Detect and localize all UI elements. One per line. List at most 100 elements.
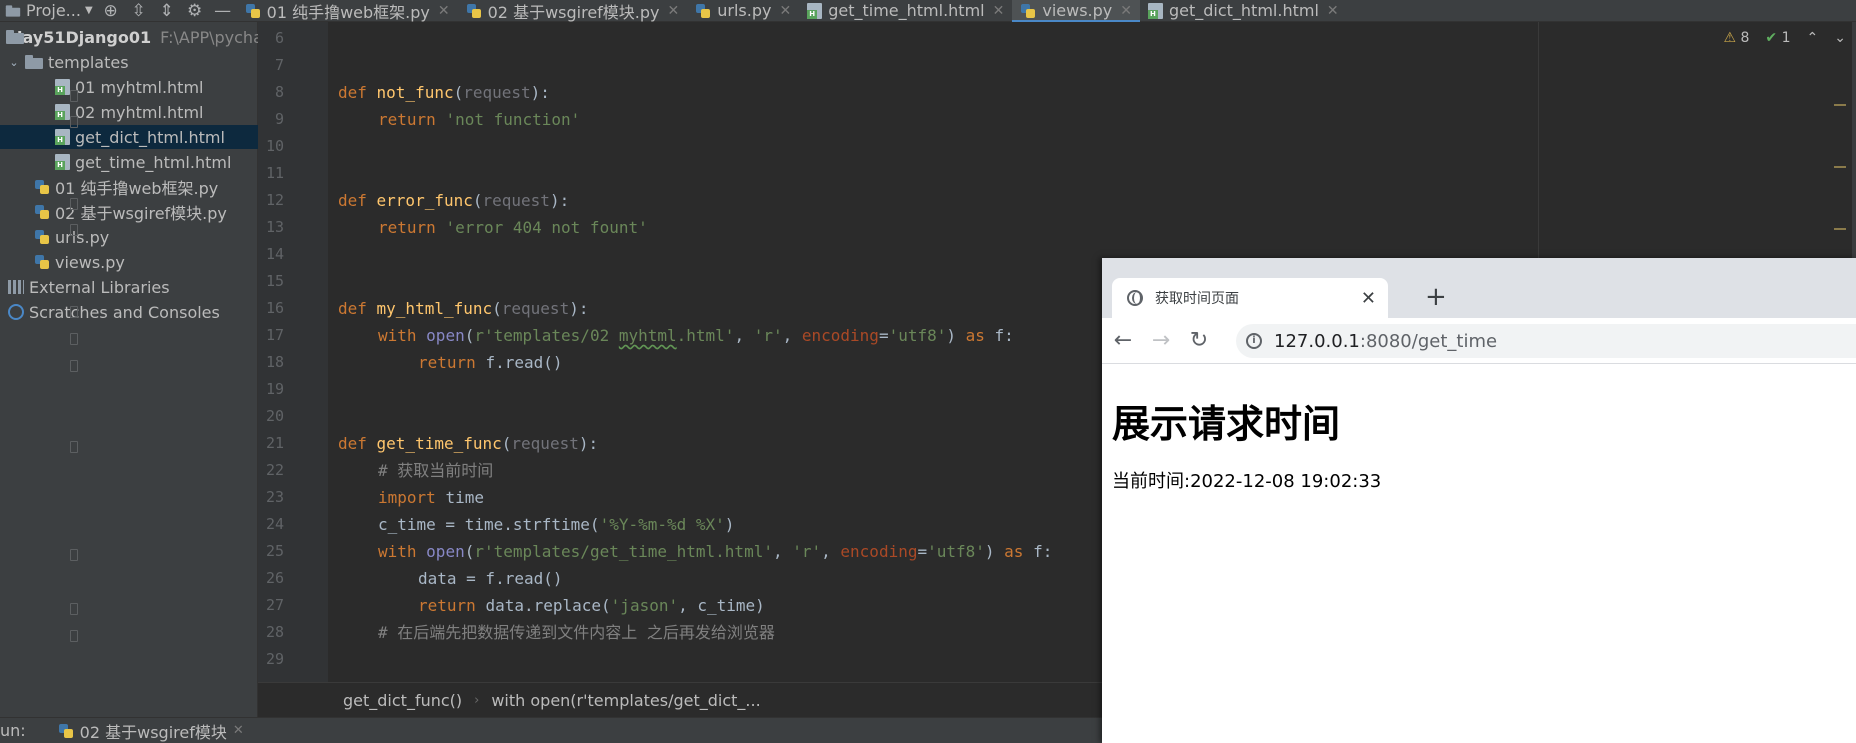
tab-label: get_time_html.html bbox=[828, 1, 985, 20]
project-view-selector[interactable]: Proje... ▼ bbox=[0, 0, 97, 22]
fold-marker[interactable] bbox=[70, 90, 78, 102]
close-icon[interactable]: ✕ bbox=[668, 3, 680, 19]
code-line-28: # 在后端先把数据传递到文件内容上 之后再发给浏览器 bbox=[378, 623, 775, 642]
tree-item-01-myhtml[interactable]: 01 myhtml.html bbox=[0, 75, 258, 99]
line-number: 12 bbox=[265, 191, 284, 209]
fold-marker[interactable] bbox=[70, 441, 78, 453]
python-file-icon bbox=[1020, 3, 1036, 19]
tab-01-web[interactable]: 01 纯手撸web框架.py ✕ bbox=[237, 0, 458, 22]
weak-warnings-count[interactable]: ✔ 1 bbox=[1765, 30, 1790, 46]
fold-marker[interactable] bbox=[70, 198, 78, 210]
code-line-22: # 获取当前时间 bbox=[378, 461, 494, 480]
scroll-marker[interactable] bbox=[1834, 228, 1846, 230]
new-tab-button[interactable]: + bbox=[1425, 282, 1447, 312]
hide-icon[interactable]: — bbox=[209, 0, 237, 22]
tree-label: 01 myhtml.html bbox=[75, 77, 204, 97]
tab-views[interactable]: views.py ✕ bbox=[1012, 0, 1140, 23]
project-tree: day51Django01 F:\APP\pycha ⌄ templates 0… bbox=[0, 22, 258, 734]
expand-all-icon[interactable]: ⇳ bbox=[125, 0, 153, 22]
inspection-widget[interactable]: ⚠ 8 ✔ 1 ⌃ ⌄ bbox=[1723, 30, 1846, 46]
close-icon[interactable]: ✕ bbox=[1327, 3, 1339, 19]
info-icon[interactable]: i bbox=[1246, 333, 1262, 349]
tab-get-dict-html[interactable]: get_dict_html.html ✕ bbox=[1140, 0, 1347, 22]
project-label: Proje... bbox=[26, 1, 81, 20]
current-time-text: 当前时间:2022-12-08 19:02:33 bbox=[1112, 471, 1382, 492]
tree-root[interactable]: day51Django01 F:\APP\pycha bbox=[0, 25, 258, 49]
code-line-9: return 'not function' bbox=[378, 110, 581, 129]
python-file-icon bbox=[695, 3, 711, 19]
close-icon[interactable]: ✕ bbox=[1120, 3, 1132, 19]
chevron-down-icon: ▼ bbox=[84, 5, 93, 16]
run-tab[interactable]: 02 基于wsgiref模块 bbox=[80, 719, 227, 743]
gear-icon[interactable]: ⚙ bbox=[181, 0, 209, 22]
fold-marker[interactable] bbox=[70, 630, 78, 642]
line-number: 8 bbox=[274, 83, 284, 101]
fold-marker[interactable] bbox=[70, 603, 78, 615]
forward-arrow-icon[interactable]: → bbox=[1150, 328, 1172, 353]
fold-marker[interactable] bbox=[70, 333, 78, 345]
python-file-icon bbox=[34, 254, 50, 270]
chevron-down-icon[interactable]: ⌄ bbox=[1834, 30, 1846, 46]
line-number: 20 bbox=[265, 407, 284, 425]
fold-marker[interactable] bbox=[70, 116, 78, 128]
line-number: 18 bbox=[265, 353, 284, 371]
line-number: 22 bbox=[265, 461, 284, 479]
code-line-13: return 'error 404 not fount' bbox=[378, 218, 648, 237]
tree-label: get_dict_html.html bbox=[75, 127, 225, 147]
line-number: 13 bbox=[265, 218, 284, 236]
tree-item-external-libraries[interactable]: External Libraries bbox=[0, 275, 258, 299]
html-file-icon bbox=[1147, 2, 1163, 19]
chevron-down-icon[interactable]: ⌄ bbox=[8, 56, 20, 69]
reload-icon[interactable]: ↻ bbox=[1188, 328, 1210, 353]
line-number: 26 bbox=[265, 569, 284, 587]
tree-item-views[interactable]: views.py bbox=[0, 250, 258, 274]
code-line-25: with open(r'templates/get_time_html.html… bbox=[378, 542, 1053, 561]
tree-item-templates[interactable]: ⌄ templates bbox=[0, 50, 258, 74]
line-number: 6 bbox=[274, 29, 284, 47]
fold-marker[interactable] bbox=[70, 549, 78, 561]
close-icon[interactable]: ✕ bbox=[438, 3, 450, 19]
fold-marker[interactable] bbox=[70, 224, 78, 236]
close-icon[interactable]: ✕ bbox=[779, 3, 791, 19]
close-icon[interactable]: ✕ bbox=[233, 723, 244, 738]
line-number: 28 bbox=[265, 623, 284, 641]
python-file-icon bbox=[34, 229, 50, 245]
tree-item-01-web[interactable]: 01 纯手撸web框架.py bbox=[0, 175, 258, 199]
html-file-icon bbox=[55, 129, 70, 145]
tab-get-time-html[interactable]: get_time_html.html ✕ bbox=[799, 0, 1012, 22]
tree-item-02-myhtml[interactable]: 02 myhtml.html bbox=[0, 100, 258, 124]
fold-marker[interactable] bbox=[70, 306, 78, 318]
browser-tab[interactable]: 获取时间页面 ✕ bbox=[1112, 278, 1388, 318]
collapse-all-icon[interactable]: ⇕ bbox=[153, 0, 181, 22]
breadcrumb-item[interactable]: get_dict_func() bbox=[343, 691, 462, 710]
line-number: 23 bbox=[265, 488, 284, 506]
python-file-icon bbox=[58, 723, 74, 739]
tree-item-scratches[interactable]: Scratches and Consoles bbox=[0, 300, 258, 324]
browser-window: 获取时间页面 ✕ + ← → ↻ i 127.0.0.1:8080/get_ti… bbox=[1102, 258, 1856, 743]
tree-item-02-wsgiref[interactable]: 02 基于wsgiref模块.py bbox=[0, 200, 258, 224]
tree-label: External Libraries bbox=[29, 277, 170, 297]
line-number: 29 bbox=[265, 650, 284, 668]
breadcrumb-item[interactable]: with open(r'templates/get_dict_... bbox=[491, 691, 760, 710]
line-number-gutter: 6 7 8 9 10 11 12 13 14 15 16 17 18 19 20… bbox=[258, 22, 328, 682]
tab-urls[interactable]: urls.py ✕ bbox=[687, 0, 799, 22]
back-arrow-icon[interactable]: ← bbox=[1112, 328, 1134, 353]
address-bar[interactable]: i 127.0.0.1:8080/get_time bbox=[1236, 324, 1856, 358]
warnings-count[interactable]: ⚠ 8 bbox=[1723, 30, 1749, 46]
url-path: :8080/get_time bbox=[1359, 330, 1498, 352]
tree-item-urls[interactable]: urls.py bbox=[0, 225, 258, 249]
tree-item-get-time-html[interactable]: get_time_html.html bbox=[0, 150, 258, 174]
line-number: 21 bbox=[265, 434, 284, 452]
target-icon[interactable]: ⊕ bbox=[97, 0, 125, 22]
fold-marker[interactable] bbox=[70, 360, 78, 372]
tree-item-get-dict-html[interactable]: get_dict_html.html bbox=[0, 125, 258, 149]
scroll-marker[interactable] bbox=[1834, 104, 1846, 106]
tab-02-wsgiref[interactable]: 02 基于wsgiref模块.py ✕ bbox=[458, 0, 688, 22]
close-icon[interactable]: ✕ bbox=[993, 3, 1005, 19]
vertical-scrollbar[interactable] bbox=[1852, 22, 1856, 282]
code-line-21: def get_time_func(request): bbox=[338, 434, 599, 453]
close-icon[interactable]: ✕ bbox=[1361, 288, 1376, 309]
scroll-marker[interactable] bbox=[1834, 166, 1846, 168]
python-file-icon bbox=[34, 179, 50, 195]
chevron-up-icon[interactable]: ⌃ bbox=[1807, 30, 1819, 46]
